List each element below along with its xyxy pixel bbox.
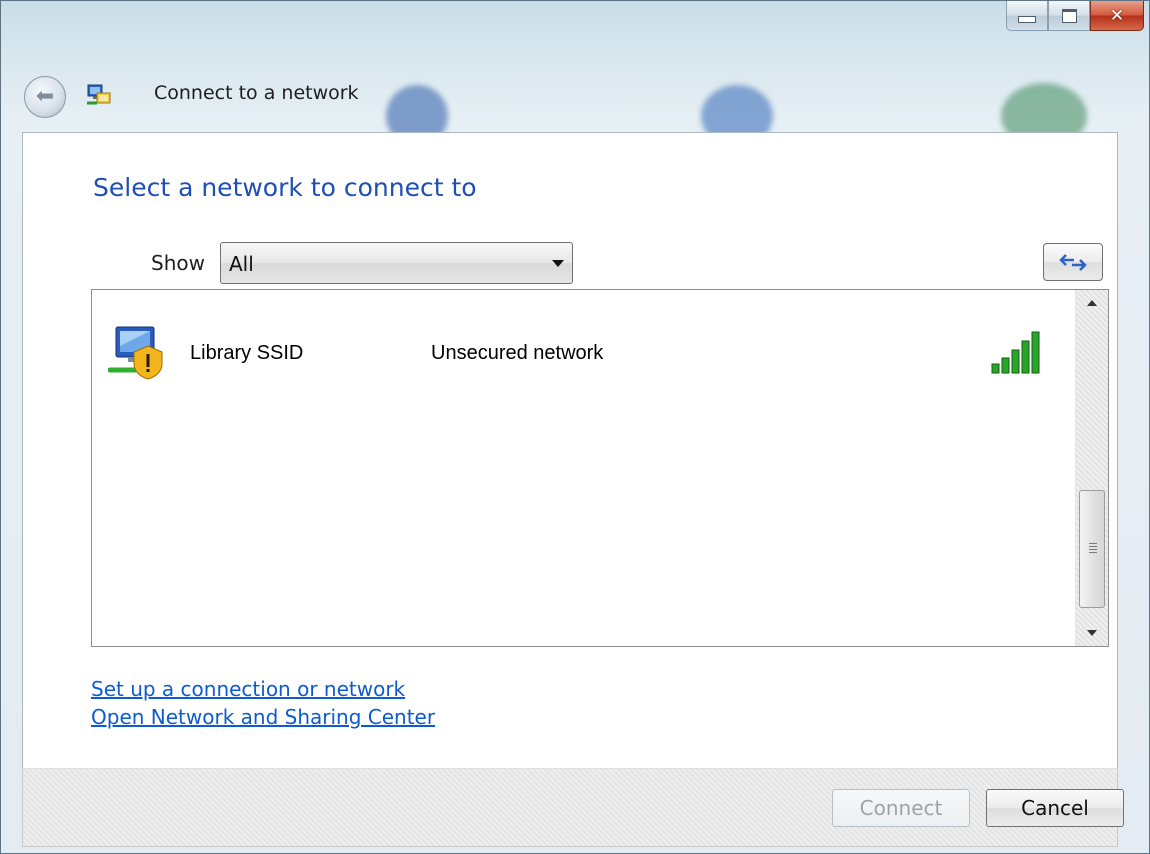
back-arrow-icon: ⬅ [35, 84, 55, 109]
maximize-button[interactable] [1048, 1, 1090, 31]
show-filter-value: All [229, 252, 254, 276]
dialog-footer: Connect Cancel [22, 768, 1124, 847]
scroll-down-icon [1087, 630, 1097, 636]
show-label: Show [151, 251, 205, 275]
minimize-button[interactable] [1006, 1, 1048, 31]
unsecured-wireless-network-icon [108, 326, 163, 380]
back-button[interactable]: ⬅ [24, 76, 66, 118]
network-list: Library SSID Unsecured network [91, 289, 1109, 647]
network-list-item[interactable]: Library SSID Unsecured network [92, 290, 1072, 390]
minimize-icon [1018, 16, 1036, 23]
network-security-status: Unsecured network [431, 342, 604, 364]
network-wizard-icon [87, 84, 111, 105]
scroll-grip-icon [1089, 543, 1097, 555]
refresh-button[interactable] [1043, 243, 1103, 281]
cancel-button[interactable]: Cancel [986, 789, 1124, 827]
page-heading: Select a network to connect to [93, 173, 477, 202]
show-filter-dropdown[interactable]: All [220, 242, 573, 284]
network-sharing-center-link[interactable]: Open Network and Sharing Center [91, 705, 435, 729]
content-panel: Select a network to connect to Show All [22, 132, 1118, 768]
refresh-icon [1059, 254, 1087, 271]
scroll-thumb[interactable] [1079, 490, 1105, 608]
close-button[interactable]: ✕ [1090, 1, 1144, 31]
close-icon: ✕ [1109, 5, 1125, 26]
maximize-icon [1061, 8, 1077, 23]
scroll-down-button[interactable] [1076, 620, 1108, 646]
chevron-down-icon [552, 260, 564, 267]
connect-to-network-window: ✕ ⬅ Connect to a network Select a networ… [0, 0, 1150, 854]
connect-button[interactable]: Connect [832, 789, 970, 827]
network-name: Library SSID [190, 342, 304, 364]
window-controls: ✕ [1006, 1, 1144, 33]
vertical-scrollbar[interactable] [1075, 290, 1108, 646]
scroll-up-button[interactable] [1076, 290, 1108, 316]
signal-strength-icon [991, 331, 1040, 374]
scroll-up-icon [1087, 300, 1097, 306]
setup-connection-link[interactable]: Set up a connection or network [91, 677, 405, 701]
window-title: Connect to a network [154, 82, 359, 104]
